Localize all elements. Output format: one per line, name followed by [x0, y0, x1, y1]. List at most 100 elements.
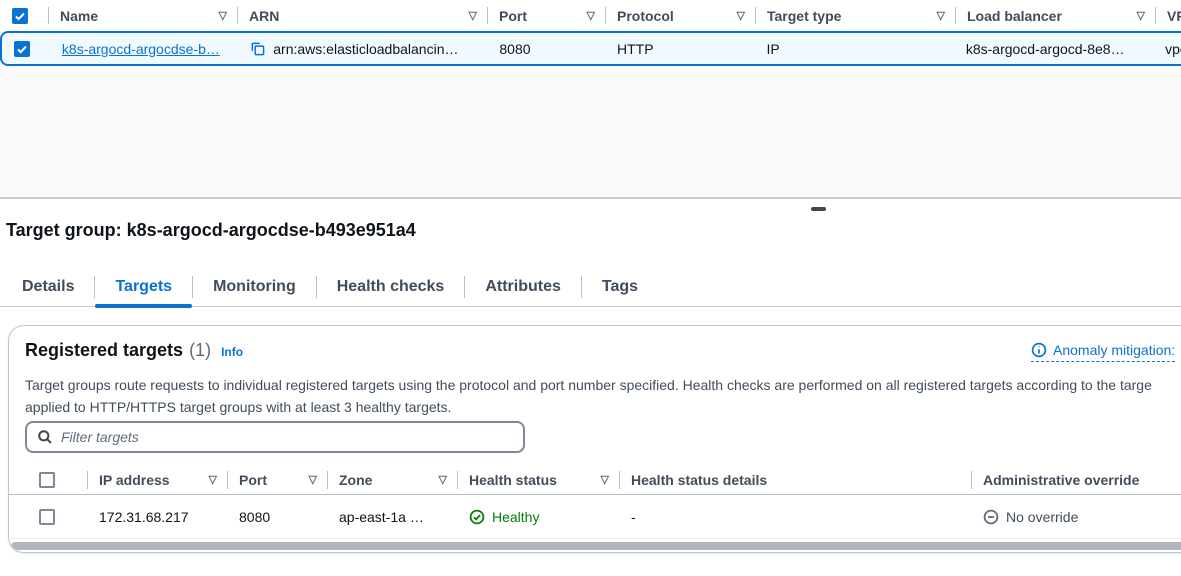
horizontal-scrollbar[interactable]	[11, 542, 1181, 550]
anomaly-mitigation-link[interactable]: Anomaly mitigation:	[1031, 342, 1175, 362]
sort-icon[interactable]: ▽	[439, 473, 447, 486]
column-header-load-balancer: Load balancer ▽	[955, 0, 1155, 31]
column-label: Name	[60, 8, 98, 24]
target-group-name-link[interactable]: k8s-argocd-argocdse-b…	[62, 41, 220, 57]
tab-attributes[interactable]: Attributes	[465, 268, 581, 306]
info-circle-icon	[1031, 342, 1047, 358]
info-link[interactable]: Info	[221, 345, 243, 359]
column-header-protocol: Protocol ▽	[605, 0, 755, 31]
column-label: IP address	[99, 472, 170, 488]
cell-load-balancer: k8s-argocd-argocd-8e8…	[954, 33, 1153, 64]
card-header: Registered targets (1) Info	[25, 340, 243, 361]
copy-arn-button[interactable]	[250, 41, 265, 56]
page-title: Target group: k8s-argocd-argocdse-b493e9…	[6, 220, 416, 241]
cell-zone: ap-east-1a …	[327, 495, 457, 538]
sort-icon[interactable]: ▽	[601, 473, 609, 486]
cell-name: k8s-argocd-argocdse-b…	[50, 33, 238, 64]
ip-address-text: 172.31.68.217	[99, 509, 189, 525]
column-label: Port	[239, 472, 267, 488]
row-checkbox[interactable]	[39, 509, 55, 525]
cell-target-type: IP	[755, 33, 954, 64]
column-header-health-status: Health status ▽	[457, 465, 619, 494]
sort-icon[interactable]: ▽	[737, 9, 745, 22]
aws-target-group-screen: Name ▽ ARN ▽ Port ▽ Protocol ▽ Target ty…	[0, 0, 1181, 576]
select-all-checkbox[interactable]	[39, 472, 55, 488]
card-title: Registered targets	[25, 340, 183, 361]
target-groups-table-header: Name ▽ ARN ▽ Port ▽ Protocol ▽ Target ty…	[0, 0, 1181, 31]
target-type-text: IP	[767, 41, 780, 57]
cell-health-status-details: -	[619, 495, 971, 538]
column-header-arn: ARN ▽	[237, 0, 487, 31]
column-header-zone: Zone ▽	[327, 465, 457, 494]
sort-icon[interactable]: ▽	[219, 9, 227, 22]
header-select-all-cell	[9, 465, 87, 494]
row-checkbox[interactable]	[14, 41, 30, 57]
cell-vpc: vpc-…	[1153, 33, 1181, 64]
tab-tags[interactable]: Tags	[582, 268, 658, 306]
filter-targets-box	[25, 421, 525, 453]
protocol-text: HTTP	[617, 41, 654, 57]
check-icon	[14, 10, 26, 22]
no-override-minus-circle-icon	[983, 509, 999, 525]
tab-monitoring[interactable]: Monitoring	[193, 268, 316, 306]
cell-administrative-override: No override	[971, 495, 1181, 538]
sort-icon[interactable]: ▽	[469, 9, 477, 22]
header-select-all-cell	[0, 0, 48, 31]
arn-text: arn:aws:elasticloadbalancin…	[273, 41, 458, 57]
anomaly-mitigation-label: Anomaly mitigation:	[1053, 342, 1175, 358]
tab-health-checks[interactable]: Health checks	[317, 268, 465, 306]
admin-override-badge: No override	[983, 509, 1078, 525]
target-group-row-selected: k8s-argocd-argocdse-b… arn:aws:elasticlo…	[0, 31, 1181, 66]
sort-icon[interactable]: ▽	[937, 9, 945, 22]
column-header-target-type: Target type ▽	[755, 0, 955, 31]
tab-label: Monitoring	[213, 278, 296, 296]
targets-table: IP address ▽ Port ▽ Zone ▽ Health status…	[9, 465, 1181, 539]
health-status-text: Healthy	[492, 509, 539, 525]
sort-icon[interactable]: ▽	[587, 9, 595, 22]
column-header-administrative-override: Administrative override	[971, 465, 1181, 494]
description-line-2: applied to HTTP/HTTPS target groups with…	[25, 396, 1181, 418]
row-select-cell	[9, 495, 87, 538]
cell-port: 8080	[487, 33, 605, 64]
description-line-1: Target groups route requests to individu…	[25, 374, 1181, 396]
healthy-check-circle-icon	[469, 509, 485, 525]
filter-targets-input[interactable]	[61, 429, 513, 445]
tab-label: Details	[22, 278, 74, 296]
sort-icon[interactable]: ▽	[1137, 9, 1145, 22]
tab-details[interactable]: Details	[2, 268, 94, 306]
zone-text: ap-east-1a …	[339, 509, 424, 525]
copy-icon	[250, 41, 265, 56]
column-label: Port	[499, 8, 527, 24]
row-select-cell	[2, 33, 50, 64]
column-header-port: Port ▽	[487, 0, 605, 31]
health-details-text: -	[631, 509, 636, 525]
vpc-text: vpc-…	[1165, 41, 1181, 57]
tab-label: Tags	[602, 278, 638, 296]
split-panel-drag-handle[interactable]	[811, 207, 826, 211]
column-label: Administrative override	[983, 472, 1139, 488]
column-header-health-status-details: Health status details	[619, 465, 971, 494]
sort-icon[interactable]: ▽	[209, 473, 217, 486]
tab-label: Attributes	[485, 278, 561, 296]
target-groups-list-panel: Name ▽ ARN ▽ Port ▽ Protocol ▽ Target ty…	[0, 0, 1181, 199]
port-text: 8080	[499, 41, 530, 57]
column-label: VPC	[1167, 8, 1181, 24]
tab-targets[interactable]: Targets	[95, 268, 192, 306]
port-text: 8080	[239, 509, 270, 525]
cell-arn: arn:aws:elasticloadbalancin…	[238, 33, 487, 64]
cell-protocol: HTTP	[605, 33, 755, 64]
column-label: Load balancer	[967, 8, 1062, 24]
select-all-checkbox[interactable]	[12, 8, 28, 24]
registered-targets-card: Registered targets (1) Info Anomaly miti…	[8, 325, 1181, 553]
cell-ip-address: 172.31.68.217	[87, 495, 227, 538]
description-text: Target groups route requests to individu…	[25, 374, 1181, 418]
health-status-badge: Healthy	[469, 509, 539, 525]
column-header-ip-address: IP address ▽	[87, 465, 227, 494]
sort-icon[interactable]: ▽	[309, 473, 317, 486]
column-label: Health status details	[631, 472, 767, 488]
column-label: Target type	[767, 8, 841, 24]
column-label: Health status	[469, 472, 557, 488]
column-label: Zone	[339, 472, 372, 488]
cell-health-status: Healthy	[457, 495, 619, 538]
tab-label: Health checks	[337, 278, 445, 296]
